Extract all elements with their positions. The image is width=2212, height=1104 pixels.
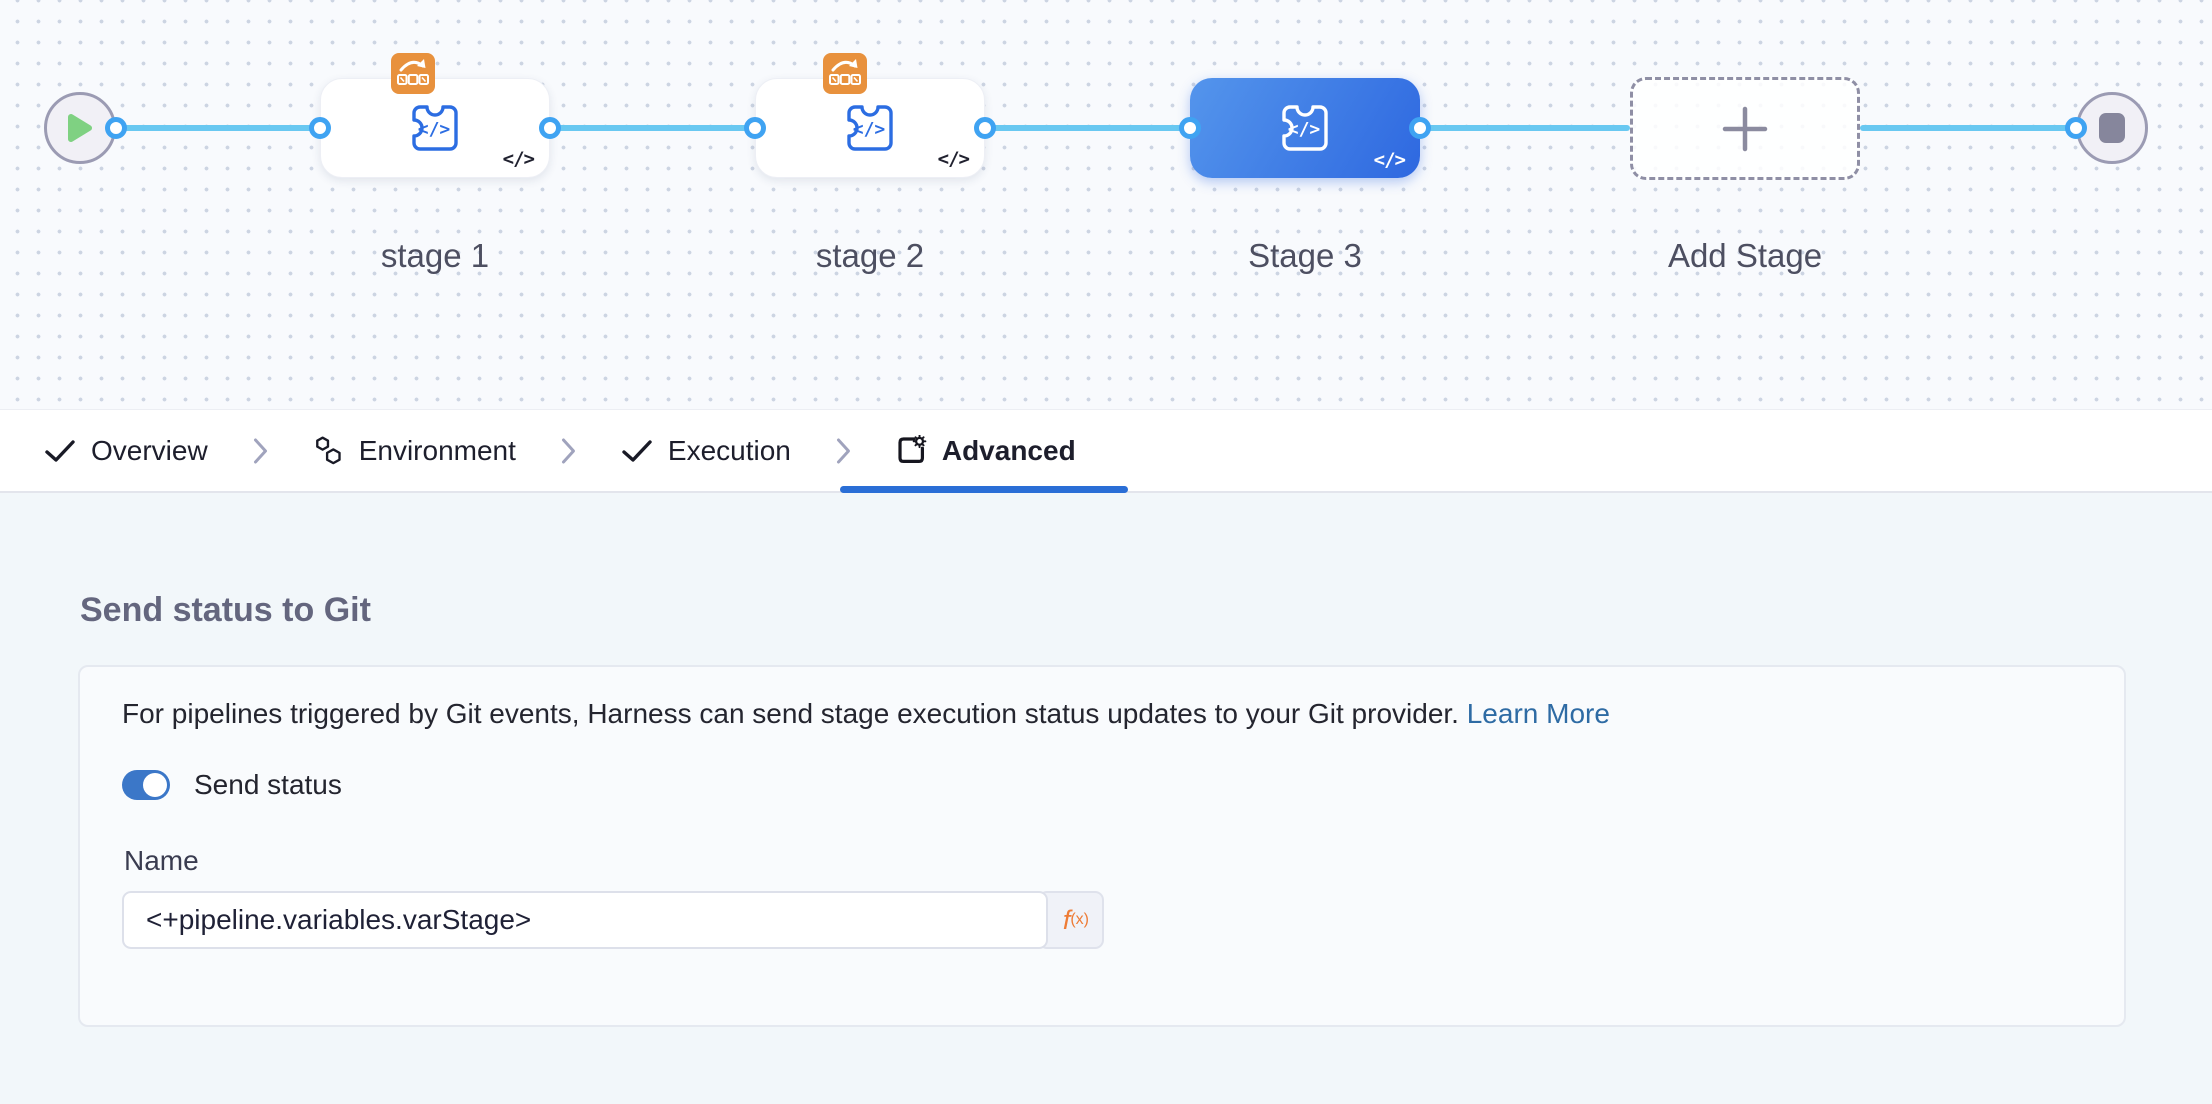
- tab-overview[interactable]: Overview: [34, 410, 218, 491]
- looping-strategy-badge: [391, 53, 435, 94]
- advanced-tab-panel: Send status to Git For pipelines trigger…: [0, 493, 2212, 1104]
- name-input[interactable]: [122, 891, 1048, 949]
- pipeline-canvas: </> </> </> </> </> </>: [0, 0, 2212, 409]
- edge: [116, 125, 320, 131]
- plus-icon: [1722, 106, 1768, 152]
- port[interactable]: [539, 117, 561, 139]
- edge: [1420, 125, 1630, 131]
- matrix-loop-icon: [828, 58, 862, 90]
- chevron-right-icon: [560, 435, 577, 467]
- play-icon: [67, 113, 93, 143]
- port[interactable]: [744, 117, 766, 139]
- stage-node-stage3-selected[interactable]: </> </>: [1190, 78, 1420, 178]
- chevron-right-icon: [252, 435, 269, 467]
- svg-text:</>: </>: [1288, 119, 1321, 140]
- custom-stage-icon: </>: [842, 100, 898, 156]
- port[interactable]: [2065, 117, 2087, 139]
- description-text: For pipelines triggered by Git events, H…: [122, 698, 1610, 730]
- add-stage-label: Add Stage: [1630, 237, 1860, 275]
- edge: [985, 125, 1190, 131]
- stage-node-stage2[interactable]: </> </>: [755, 78, 985, 178]
- stage-config-tabbar: Overview Environment Execution Advanced: [0, 409, 2212, 493]
- edge: [1860, 125, 2076, 131]
- chevron-right-icon: [835, 435, 852, 467]
- tab-execution[interactable]: Execution: [611, 410, 801, 491]
- tab-label: Environment: [359, 435, 516, 467]
- stage-label: Stage 3: [1190, 237, 1420, 275]
- stop-icon: [2099, 113, 2125, 143]
- send-status-toggle[interactable]: [122, 770, 170, 800]
- send-status-toggle-row: Send status: [122, 769, 342, 801]
- port[interactable]: [1179, 117, 1201, 139]
- tab-label: Advanced: [942, 435, 1076, 467]
- tab-label: Overview: [91, 435, 208, 467]
- stage-label: stage 1: [320, 237, 550, 275]
- toggle-label: Send status: [194, 769, 342, 801]
- doc-gear-icon: [896, 435, 927, 466]
- learn-more-link[interactable]: Learn More: [1467, 698, 1610, 729]
- svg-text:</>: </>: [418, 119, 451, 140]
- stage-label: stage 2: [755, 237, 985, 275]
- check-icon: [621, 438, 653, 464]
- name-field-label: Name: [124, 845, 199, 877]
- add-stage-button[interactable]: [1630, 77, 1860, 180]
- environment-hexagons-icon: [313, 435, 344, 466]
- tab-label: Execution: [668, 435, 791, 467]
- port[interactable]: [974, 117, 996, 139]
- looping-strategy-badge: [823, 53, 867, 94]
- svg-text:</>: </>: [853, 119, 886, 140]
- yaml-code-indicator: </>: [1374, 149, 1405, 171]
- stage-node-stage1[interactable]: </> </>: [320, 78, 550, 178]
- port[interactable]: [309, 117, 331, 139]
- custom-stage-icon: </>: [407, 100, 463, 156]
- name-field-row: f(x): [122, 891, 1104, 949]
- section-heading: Send status to Git: [80, 591, 371, 630]
- send-status-card: For pipelines triggered by Git events, H…: [78, 665, 2126, 1027]
- tab-advanced[interactable]: Advanced: [886, 410, 1086, 491]
- yaml-code-indicator: </>: [938, 148, 969, 170]
- custom-stage-icon: </>: [1277, 100, 1333, 156]
- tab-environment[interactable]: Environment: [303, 410, 526, 491]
- edge: [550, 125, 755, 131]
- toggle-knob: [143, 773, 167, 797]
- description-body: For pipelines triggered by Git events, H…: [122, 698, 1459, 729]
- port[interactable]: [1409, 117, 1431, 139]
- check-icon: [44, 438, 76, 464]
- fx-icon-sub: (x): [1070, 911, 1089, 929]
- port[interactable]: [105, 117, 127, 139]
- fx-icon: f: [1063, 905, 1071, 936]
- matrix-loop-icon: [396, 58, 430, 90]
- yaml-code-indicator: </>: [503, 148, 534, 170]
